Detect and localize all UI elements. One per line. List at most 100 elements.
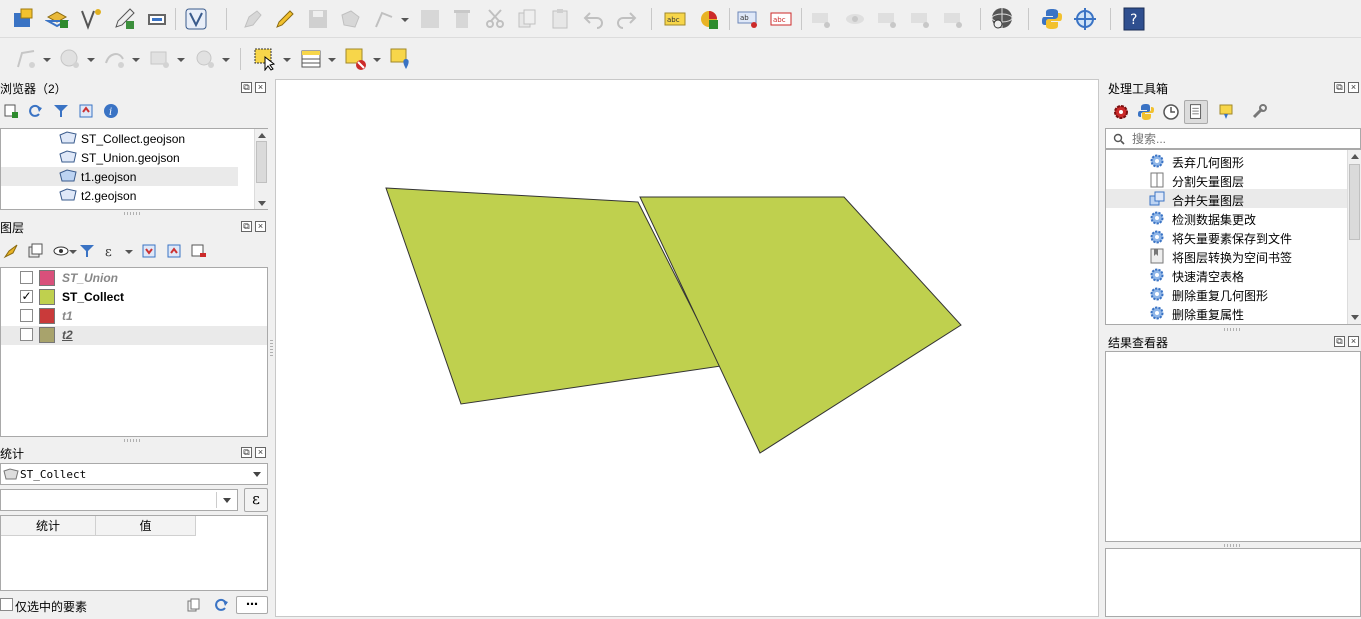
layer-name[interactable]: ST_Collect xyxy=(62,290,124,304)
close-panel-icon[interactable]: × xyxy=(255,82,266,93)
browser-item[interactable]: ST_Union.geojson xyxy=(81,151,180,165)
vertex-tool-icon[interactable] xyxy=(184,7,208,31)
select-rect-icon[interactable] xyxy=(148,47,172,71)
scroll-down-arrow[interactable] xyxy=(258,201,266,206)
scroll-thumb[interactable] xyxy=(256,141,267,183)
resize-grip[interactable] xyxy=(1224,328,1240,331)
help-icon[interactable]: ? xyxy=(1122,7,1146,31)
layer-visibility-checkbox[interactable] xyxy=(20,328,33,341)
deselect-icon[interactable] xyxy=(344,47,368,71)
show-hide-label-icon[interactable] xyxy=(843,7,867,31)
style-layer-icon[interactable] xyxy=(3,243,19,259)
resize-grip[interactable] xyxy=(124,439,140,442)
copy-icon[interactable] xyxy=(186,598,200,612)
toolbox-algorithm-item[interactable]: 将矢量要素保存到文件 xyxy=(1172,230,1292,247)
toolbox-algorithm-item[interactable]: 分割矢量图层 xyxy=(1172,173,1244,190)
open-project-icon[interactable] xyxy=(11,7,35,31)
scroll-thumb[interactable] xyxy=(1349,164,1360,240)
filter-icon[interactable] xyxy=(53,103,69,119)
float-panel-icon[interactable]: ⧉ xyxy=(1334,336,1345,347)
paste-icon[interactable] xyxy=(548,7,572,31)
results-viewer-toggle[interactable] xyxy=(1184,100,1208,124)
select-feature-icon[interactable] xyxy=(253,47,277,71)
pencil-icon[interactable] xyxy=(273,7,297,31)
toolbox-algorithm-item[interactable]: 合并矢量图层 xyxy=(1172,192,1244,209)
copy-icon[interactable] xyxy=(515,7,539,31)
close-panel-icon[interactable]: × xyxy=(255,221,266,232)
scroll-down-arrow[interactable] xyxy=(1351,315,1359,320)
edit-pen-icon[interactable] xyxy=(112,7,136,31)
stats-layer-select[interactable]: ST_Collect xyxy=(0,463,268,485)
expression-button[interactable]: ε xyxy=(244,488,268,512)
expression-filter-icon[interactable]: ε xyxy=(104,243,120,260)
resize-grip[interactable] xyxy=(270,340,273,356)
attribute-table-icon[interactable] xyxy=(299,47,323,71)
toolbox-algorithm-item[interactable]: 将图层转换为空间书签 xyxy=(1172,249,1292,266)
rotate-label-icon[interactable] xyxy=(909,7,933,31)
field-calc-icon[interactable] xyxy=(418,7,442,31)
close-panel-icon[interactable]: × xyxy=(1348,336,1359,347)
refresh-icon[interactable] xyxy=(213,597,229,613)
move-label-icon[interactable] xyxy=(876,7,900,31)
redo-icon[interactable] xyxy=(614,7,638,31)
globe-icon[interactable] xyxy=(990,6,1014,30)
delete-icon[interactable] xyxy=(450,7,474,31)
stats-field-select[interactable] xyxy=(0,489,238,511)
refresh-icon[interactable] xyxy=(27,103,43,119)
toolbox-algorithm-item[interactable]: 删除重复属性 xyxy=(1172,306,1244,323)
options-wrench-icon[interactable] xyxy=(1250,103,1268,121)
float-panel-icon[interactable]: ⧉ xyxy=(241,221,252,232)
selected-only-checkbox[interactable] xyxy=(0,598,13,611)
history-clock-icon[interactable] xyxy=(1162,103,1180,121)
diagram-icon[interactable] xyxy=(697,7,721,31)
scroll-up-arrow[interactable] xyxy=(258,133,266,138)
resize-grip[interactable] xyxy=(1224,544,1240,547)
cut-icon[interactable] xyxy=(483,7,507,31)
label-abc-icon[interactable]: abc xyxy=(663,7,687,31)
float-panel-icon[interactable]: ⧉ xyxy=(241,447,252,458)
save-layer-icon[interactable] xyxy=(306,7,330,31)
layer-name[interactable]: t1 xyxy=(62,309,73,323)
search-input[interactable] xyxy=(1130,130,1350,147)
toolbox-algorithm-item[interactable]: 快速清空表格 xyxy=(1172,268,1244,285)
column-header-value[interactable]: 值 xyxy=(96,516,196,536)
toolbox-search-field[interactable] xyxy=(1105,128,1361,149)
digitize-icon[interactable] xyxy=(79,7,103,31)
label-pin-icon[interactable]: ab xyxy=(736,7,760,31)
node-tool-icon[interactable] xyxy=(372,7,396,31)
python-icon[interactable] xyxy=(1137,103,1155,121)
browser-scrollbar[interactable] xyxy=(254,129,268,209)
expand-all-icon[interactable] xyxy=(141,243,157,259)
close-panel-icon[interactable]: × xyxy=(1348,82,1359,93)
select-radius-icon[interactable] xyxy=(58,47,82,71)
collapse-all-icon[interactable] xyxy=(166,243,182,259)
python-icon[interactable] xyxy=(1040,7,1064,31)
change-label-icon[interactable] xyxy=(942,7,966,31)
edit-features-in-place-icon[interactable] xyxy=(1218,103,1236,121)
toolbox-algorithm-item[interactable]: 丢弃几何图形 xyxy=(1172,154,1244,171)
select-freehand-icon[interactable] xyxy=(103,47,127,71)
column-header-stat[interactable]: 统计 xyxy=(1,516,96,536)
label-change-icon[interactable]: abc xyxy=(769,7,793,31)
browser-item[interactable]: t2.geojson xyxy=(81,189,136,203)
float-panel-icon[interactable]: ⧉ xyxy=(241,82,252,93)
select-polygon-icon[interactable] xyxy=(14,47,38,71)
layer-name[interactable]: ST_Union xyxy=(62,271,118,285)
layer-visibility-checkbox[interactable] xyxy=(20,309,33,322)
layer-visibility-checkbox[interactable] xyxy=(20,271,33,284)
info-icon[interactable]: i xyxy=(103,103,119,119)
toolbox-algorithm-item[interactable]: 检测数据集更改 xyxy=(1172,211,1256,228)
undo-icon[interactable] xyxy=(582,7,606,31)
resize-grip[interactable] xyxy=(124,212,140,215)
toolbox-algorithm-item[interactable]: 删除重复几何图形 xyxy=(1172,287,1268,304)
new-layer-icon[interactable] xyxy=(45,7,69,31)
models-gear-icon[interactable] xyxy=(1112,103,1130,121)
collapse-all-icon[interactable] xyxy=(78,103,94,119)
toggle-edit-icon[interactable] xyxy=(241,7,265,31)
crosshair-globe-icon[interactable] xyxy=(1073,7,1097,31)
scroll-up-arrow[interactable] xyxy=(1351,154,1359,159)
layer-visibility-checkbox[interactable]: ✓ xyxy=(20,290,33,303)
save-edits-icon[interactable] xyxy=(145,7,169,31)
add-group-icon[interactable] xyxy=(27,243,43,259)
toolbox-scrollbar[interactable] xyxy=(1347,150,1361,324)
